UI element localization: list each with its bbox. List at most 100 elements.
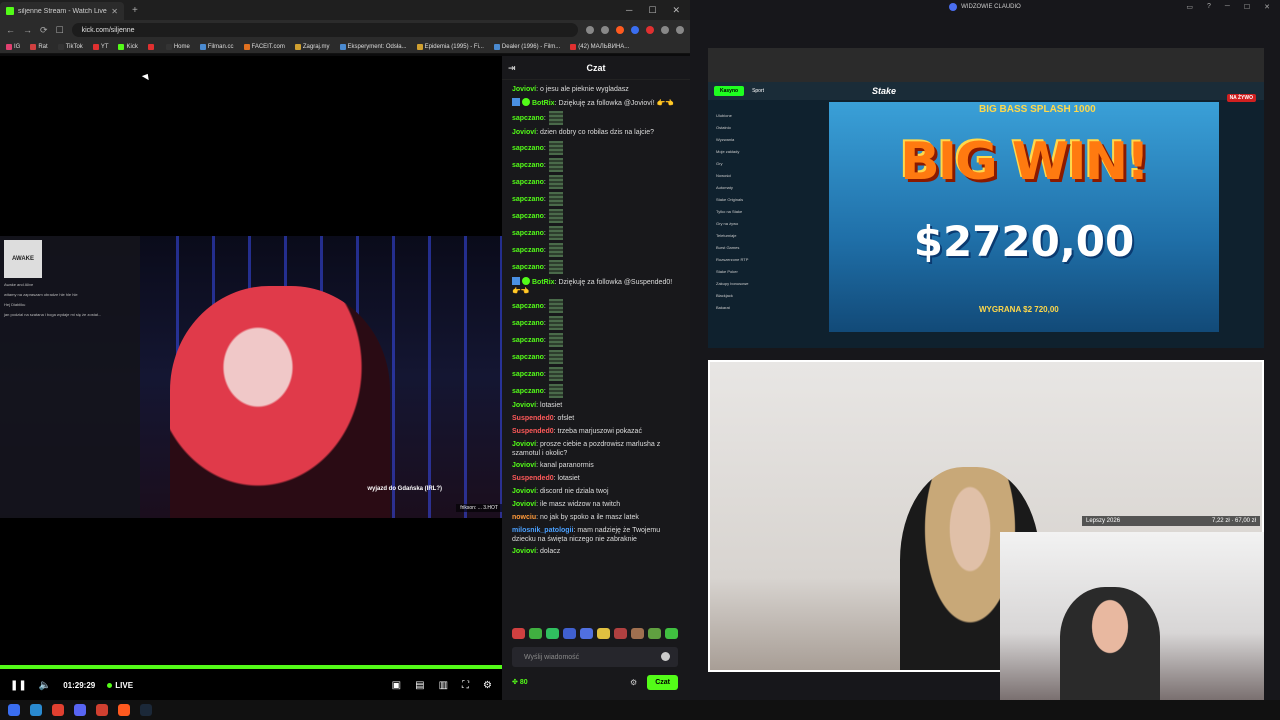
app-icon[interactable] xyxy=(96,704,108,716)
stake-sidebar-item[interactable]: Nowości xyxy=(716,173,810,178)
emote-icon[interactable] xyxy=(631,628,644,639)
stake-sidebar-item[interactable]: Tylko na Stake xyxy=(716,209,810,214)
maximize-icon[interactable]: ☐ xyxy=(1244,3,1250,11)
chrome-icon[interactable] xyxy=(52,704,64,716)
close-window-icon[interactable]: ✕ xyxy=(672,5,680,16)
bookmark-item[interactable]: Zagraj.my xyxy=(294,43,330,50)
volume-icon[interactable]: 🔈 xyxy=(39,680,51,691)
extension-icon[interactable] xyxy=(646,26,654,34)
extension-icon[interactable] xyxy=(631,26,639,34)
bookmark-item[interactable]: Kick xyxy=(118,43,138,50)
bookmark-item[interactable]: FACEIT.com xyxy=(243,43,285,50)
emote-icon[interactable] xyxy=(648,628,661,639)
chat-username[interactable]: sapczano xyxy=(512,319,544,328)
minimize-icon[interactable]: ─ xyxy=(626,5,632,16)
send-chat-button[interactable]: Czat xyxy=(647,674,678,690)
heart-emote-icon[interactable] xyxy=(546,628,559,639)
emote-icon[interactable] xyxy=(512,628,525,639)
stake-sidebar-item[interactable]: Gry xyxy=(716,161,810,166)
stake-sidebar-item[interactable]: Blackjack xyxy=(716,293,810,298)
bookmark-item[interactable]: YT xyxy=(92,43,108,50)
stake-sidebar-item[interactable]: Ulubione xyxy=(716,113,810,118)
stake-sidebar-item[interactable]: Stake Poker xyxy=(716,269,810,274)
browser-tab[interactable]: siljenne Stream - Watch Live ✕ xyxy=(0,2,124,20)
chat-username[interactable]: sapczano xyxy=(512,114,544,123)
bookmark-item[interactable]: Dealer (1996) - Film... xyxy=(493,43,560,50)
bookmark-item[interactable] xyxy=(147,43,156,50)
chat-username[interactable]: Suspended0 xyxy=(512,475,554,482)
brave-shield-icon[interactable] xyxy=(616,26,624,34)
bookmark-item[interactable]: Filman.cc xyxy=(199,43,234,50)
collapse-chat-icon[interactable]: ⇥ xyxy=(508,63,516,74)
chat-username[interactable]: Jovioví xyxy=(512,462,536,469)
clip-icon[interactable]: ▣ xyxy=(392,680,401,691)
stake-sidebar-item[interactable]: Bakarat xyxy=(716,305,810,310)
chat-username[interactable]: Jovioví xyxy=(512,501,536,508)
stake-sidebar-item[interactable]: Moje zakłady xyxy=(716,149,810,154)
chat-username[interactable]: sapczano xyxy=(512,302,544,311)
stake-sidebar-item[interactable]: Ostatnio xyxy=(716,125,810,130)
new-tab-button[interactable]: + xyxy=(124,5,146,16)
live-progress-bar[interactable] xyxy=(0,665,502,669)
stake-sidebar-item[interactable]: Stake Originals xyxy=(716,197,810,202)
chat-username[interactable]: sapczano xyxy=(512,144,544,153)
bookmark-item[interactable]: Rat xyxy=(30,43,48,50)
chat-username[interactable]: Jovioví xyxy=(512,441,536,448)
bookmark-icon[interactable]: ☐ xyxy=(56,25,64,36)
chat-username[interactable]: Jovioví xyxy=(512,488,536,495)
chat-username[interactable]: sapczano xyxy=(512,263,544,272)
forward-icon[interactable]: → xyxy=(23,25,32,35)
stake-sidebar-item[interactable]: Rozszerzone RTP xyxy=(716,257,810,262)
minimize-icon[interactable]: ─ xyxy=(1225,3,1230,11)
bookmark-item[interactable]: IG xyxy=(6,43,20,50)
fullscreen-icon[interactable]: ⛶ xyxy=(462,680,469,691)
bookmark-item[interactable]: Home xyxy=(165,43,190,50)
brave-icon[interactable] xyxy=(118,704,130,716)
emote-icon[interactable] xyxy=(529,628,542,639)
stake-tab-casino[interactable]: Kasyno xyxy=(714,86,745,96)
emote-icon[interactable] xyxy=(665,628,678,639)
back-icon[interactable]: ← xyxy=(6,25,15,35)
chat-username[interactable]: milosnik_patologii xyxy=(512,527,573,534)
chat-username[interactable]: sapczano xyxy=(512,195,544,204)
bookmark-item[interactable]: TikTok xyxy=(57,43,83,50)
maximize-icon[interactable]: ☐ xyxy=(648,5,656,16)
chat-username[interactable]: Suspended0 xyxy=(512,415,554,422)
chat-username[interactable]: Jovioví xyxy=(512,402,536,409)
emote-icon[interactable] xyxy=(563,628,576,639)
chat-username[interactable]: Jovioví xyxy=(512,86,536,93)
chat-username[interactable]: sapczano xyxy=(512,353,544,362)
pause-icon[interactable]: ❚❚ xyxy=(10,680,27,691)
windows-start-icon[interactable] xyxy=(8,704,20,716)
chat-username[interactable]: sapczano xyxy=(512,387,544,396)
reload-icon[interactable]: ⟳ xyxy=(40,25,48,36)
discord-icon[interactable] xyxy=(74,704,86,716)
emote-icon[interactable] xyxy=(614,628,627,639)
chat-username[interactable]: sapczano xyxy=(512,246,544,255)
share-icon[interactable] xyxy=(601,26,609,34)
bookmark-item[interactable]: (42) МАЛЬВИНА... xyxy=(570,43,629,50)
close-window-icon[interactable]: ✕ xyxy=(1264,3,1270,11)
file-explorer-icon[interactable] xyxy=(30,704,42,716)
chat-input[interactable]: Wyślij wiadomość xyxy=(512,647,678,667)
video-player[interactable]: AWAKE Awake and Alive witamy na zaprasza… xyxy=(0,56,502,700)
zoom-icon[interactable] xyxy=(586,26,594,34)
chat-username[interactable]: sapczano xyxy=(512,370,544,379)
chat-username[interactable]: sapczano xyxy=(512,178,544,187)
help-icon[interactable]: ? xyxy=(1207,3,1211,11)
stake-sidebar-item[interactable]: Wyzwania xyxy=(716,137,810,142)
download-icon[interactable] xyxy=(661,26,669,34)
url-input[interactable]: kick.com/siljenne xyxy=(71,23,578,37)
stake-sidebar-item[interactable]: Zakupy bonusowe xyxy=(716,281,810,286)
chat-username[interactable]: BotRix xyxy=(532,100,555,107)
menu-icon[interactable] xyxy=(676,26,684,34)
stake-tab-sport[interactable]: Sport xyxy=(752,88,764,94)
emoji-picker-icon[interactable] xyxy=(661,652,670,661)
stake-sidebar-item[interactable]: Burst Games xyxy=(716,245,810,250)
emote-icon[interactable] xyxy=(597,628,610,639)
settings-gear-icon[interactable]: ⚙ xyxy=(483,680,492,691)
stake-sidebar-item[interactable]: Gry na żywo xyxy=(716,221,810,226)
chat-username[interactable]: sapczano xyxy=(512,161,544,170)
chat-username[interactable]: sapczano xyxy=(512,336,544,345)
emote-icon[interactable] xyxy=(580,628,593,639)
